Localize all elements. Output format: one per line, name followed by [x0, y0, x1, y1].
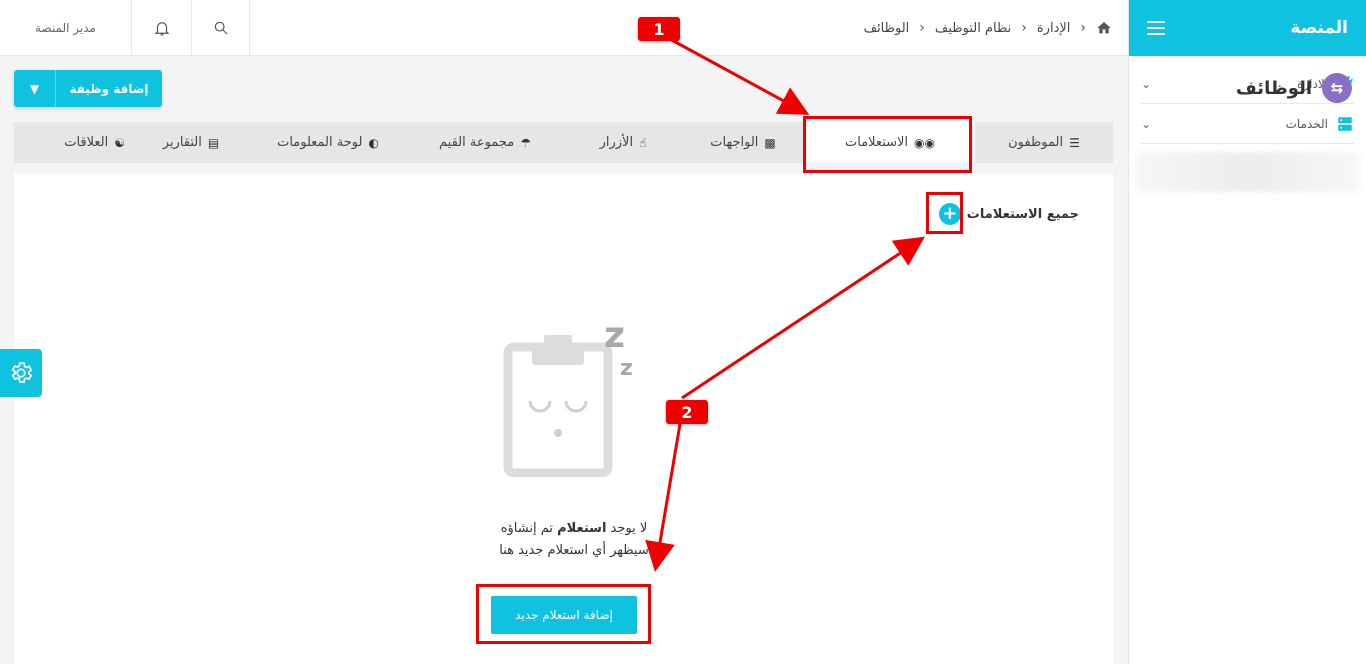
- annotation-badge-2: 2: [666, 400, 708, 424]
- annotation-badge-1: 1: [638, 17, 680, 41]
- annotation-arrows: [645, 36, 925, 572]
